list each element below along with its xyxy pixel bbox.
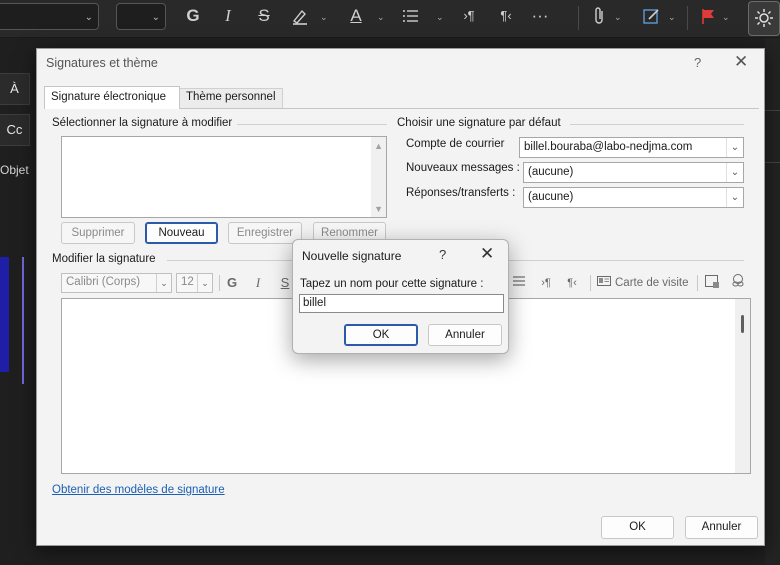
signature-name-input[interactable]: billel — [299, 294, 504, 313]
templates-link[interactable]: Obtenir des modèles de signature — [52, 484, 225, 496]
ribbon-separator — [687, 6, 688, 30]
hyperlink-icon[interactable] — [729, 273, 747, 295]
close-icon[interactable]: ✕ — [480, 244, 494, 264]
subject-label: Objet — [0, 163, 29, 177]
dialog-title: Signatures et thème — [46, 56, 158, 70]
account-value: billel.bouraba@labo-nedjma.com — [524, 141, 693, 153]
right-pane — [765, 38, 780, 565]
chevron-down-icon[interactable]: ⌄ — [320, 12, 328, 23]
editor-italic-icon[interactable]: I — [249, 273, 267, 293]
new-signature-cancel-button[interactable]: Annuler — [428, 324, 502, 346]
replies-value: (aucune) — [528, 191, 574, 203]
font-color-icon[interactable]: A — [347, 6, 365, 26]
business-card-icon[interactable] — [595, 273, 613, 295]
to-button[interactable]: À — [0, 73, 30, 105]
more-icon[interactable]: ··· — [529, 6, 551, 26]
font-size-combo[interactable]: ⌄ — [116, 3, 166, 30]
ribbon: ⌄ ⌄ G I S ⌄ A ⌄ ⌄ ›¶ ¶‹ ··· ⌄ ⌄ ⌄ — [0, 0, 780, 38]
scroll-down-icon[interactable]: ▼ — [374, 204, 383, 214]
cc-button[interactable]: Cc — [0, 114, 30, 146]
settings-icon — [754, 8, 774, 31]
settings-button[interactable] — [748, 1, 780, 36]
new-messages-select[interactable]: (aucune) ⌄ — [523, 162, 744, 183]
editor-size-select[interactable]: 12 ⌄ — [176, 273, 213, 293]
chevron-down-icon: ⌄ — [726, 138, 743, 157]
chevron-down-icon[interactable]: ⌄ — [436, 12, 444, 23]
chevron-down-icon[interactable]: ⌄ — [668, 12, 676, 23]
signature-icon[interactable] — [642, 6, 662, 31]
selection-highlight — [0, 257, 9, 372]
new-messages-value: (aucune) — [528, 166, 574, 178]
chevron-down-icon[interactable]: ⌄ — [377, 12, 385, 23]
tab-theme-personnel[interactable]: Thème personnel — [180, 88, 283, 108]
scroll-up-icon[interactable]: ▲ — [374, 141, 383, 151]
ltr-icon[interactable]: ›¶ — [537, 273, 555, 293]
chevron-down-icon: ⌄ — [197, 274, 212, 292]
new-messages-label: Nouveaux messages : — [406, 162, 520, 174]
editor-size-value: 12 — [181, 276, 194, 288]
new-signature-title: Nouvelle signature — [302, 249, 402, 263]
chevron-down-icon[interactable]: ⌄ — [614, 12, 622, 23]
chevron-down-icon: ⌄ — [151, 12, 160, 23]
account-label: Compte de courrier — [406, 138, 505, 150]
editor-font-value: Calibri (Corps) — [66, 276, 141, 288]
attach-icon[interactable] — [591, 6, 609, 31]
signature-name-label: Tapez un nom pour cette signature : — [300, 278, 484, 290]
insert-picture-icon[interactable] — [703, 273, 721, 295]
editor-bold-icon[interactable]: G — [223, 273, 241, 293]
ok-button[interactable]: OK — [601, 516, 674, 539]
new-button[interactable]: Nouveau — [145, 222, 218, 244]
highlight-icon[interactable] — [290, 6, 310, 31]
toolbar-separator — [219, 275, 220, 291]
chevron-down-icon: ⌄ — [726, 163, 743, 182]
toolbar-separator — [590, 275, 591, 291]
cancel-button[interactable]: Annuler — [685, 516, 758, 539]
chevron-down-icon: ⌄ — [84, 12, 93, 23]
select-signature-label: Sélectionner la signature à modifier — [52, 117, 237, 129]
rtl-icon[interactable]: ¶‹ — [495, 6, 517, 26]
new-signature-dialog: Nouvelle signature ? ✕ Tapez un nom pour… — [292, 239, 509, 354]
bold-icon[interactable]: G — [184, 6, 202, 26]
justify-icon[interactable] — [510, 273, 528, 295]
help-icon[interactable]: ? — [439, 247, 446, 262]
chevron-down-icon[interactable]: ⌄ — [722, 12, 730, 23]
edit-signature-label: Modifier la signature — [52, 253, 160, 265]
new-signature-ok-button[interactable]: OK — [344, 324, 418, 346]
editor-font-select[interactable]: Calibri (Corps) ⌄ — [61, 273, 172, 293]
italic-icon[interactable]: I — [220, 6, 236, 26]
delete-button[interactable]: Supprimer — [61, 222, 135, 244]
group-line — [237, 124, 387, 125]
business-card-button[interactable]: Carte de visite — [615, 277, 689, 289]
signature-divider — [22, 257, 24, 384]
strikethrough-icon[interactable]: S — [255, 6, 273, 26]
help-icon[interactable]: ? — [694, 55, 701, 70]
chevron-down-icon: ⌄ — [156, 274, 171, 292]
rtl-icon[interactable]: ¶‹ — [563, 273, 581, 293]
ltr-icon[interactable]: ›¶ — [458, 6, 480, 26]
default-signature-label: Choisir une signature par défaut — [397, 117, 565, 129]
group-line — [570, 124, 744, 125]
ribbon-separator — [578, 6, 579, 30]
account-select[interactable]: billel.bouraba@labo-nedjma.com ⌄ — [519, 137, 744, 158]
toolbar-separator — [697, 275, 698, 291]
replies-label: Réponses/transferts : — [406, 187, 516, 199]
replies-select[interactable]: (aucune) ⌄ — [523, 187, 744, 208]
signature-list[interactable]: ▲ ▼ — [61, 136, 387, 218]
close-icon[interactable]: ✕ — [734, 52, 748, 72]
save-button[interactable]: Enregistrer — [228, 222, 302, 244]
editor-scroll-thumb[interactable] — [741, 315, 744, 333]
list-icon[interactable] — [401, 6, 421, 31]
chevron-down-icon: ⌄ — [726, 188, 743, 207]
font-name-combo[interactable]: ⌄ — [0, 3, 99, 30]
tab-signature-electronique[interactable]: Signature électronique — [44, 86, 180, 109]
flag-icon[interactable] — [699, 6, 717, 31]
